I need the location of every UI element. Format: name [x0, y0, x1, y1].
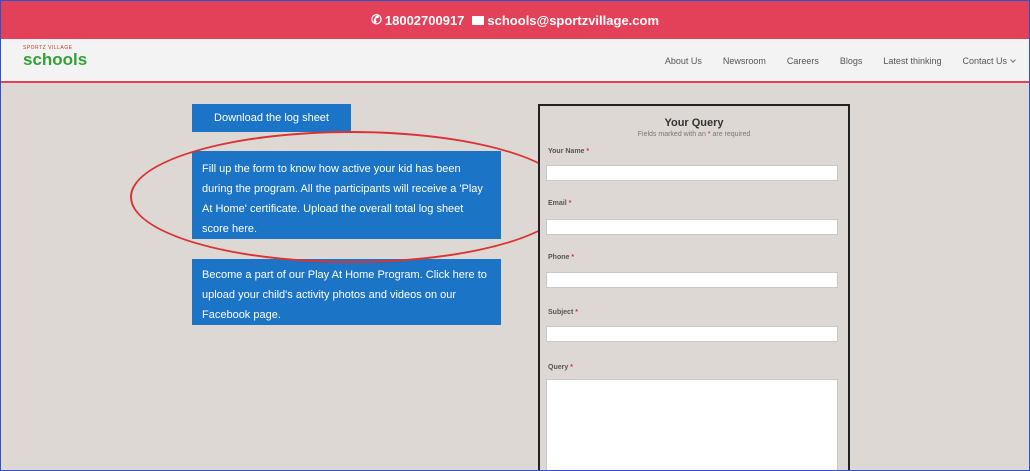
form-subtitle-star: *: [707, 131, 711, 138]
email-label-text: Email: [548, 200, 567, 207]
phone-input[interactable]: [546, 272, 838, 288]
phone-label: Phone *: [548, 254, 574, 261]
chevron-down-icon: [1010, 57, 1016, 63]
name-required-mark: *: [586, 148, 590, 155]
page-frame: ✆ 18002700917 schools@sportzvillage.com …: [0, 0, 1030, 471]
nav-careers[interactable]: Careers: [787, 56, 819, 66]
query-required-mark: *: [570, 364, 573, 371]
log-sheet-upload-card[interactable]: Fill up the form to know how active your…: [192, 151, 501, 239]
subject-input[interactable]: [546, 326, 838, 342]
query-label-text: Query: [548, 364, 569, 371]
logo-brand: schools: [23, 50, 88, 69]
subject-required-mark: *: [575, 309, 578, 316]
email-required-mark: *: [568, 200, 572, 207]
subject-label: Subject *: [548, 309, 578, 316]
envelope-icon: [472, 15, 485, 25]
name-label-text: Your Name: [548, 148, 585, 155]
form-subtitle: Fields marked with an * are required: [546, 131, 842, 138]
email-address: schools@sportzvillage.com: [487, 12, 660, 28]
nav-menu: About Us Newsroom Careers Blogs Latest t…: [644, 39, 1016, 83]
phone-label-text: Phone: [548, 254, 570, 261]
nav-contact-us[interactable]: Contact Us: [962, 56, 1016, 66]
nav-newsroom[interactable]: Newsroom: [723, 56, 766, 66]
email-label: Email *: [548, 200, 571, 207]
nav-contact-us-label: Contact Us: [962, 56, 1007, 66]
site-logo[interactable]: SPORTZ VILLAGE schools: [23, 45, 103, 77]
email-input[interactable]: [546, 219, 838, 235]
download-log-sheet-button[interactable]: Download the log sheet: [192, 104, 351, 132]
main-navbar: SPORTZ VILLAGE schools About Us Newsroom…: [1, 39, 1029, 83]
nav-blogs[interactable]: Blogs: [840, 56, 863, 66]
contact-topbar: ✆ 18002700917 schools@sportzvillage.com: [1, 1, 1029, 39]
phone-number: 18002700917: [384, 12, 465, 28]
form-subtitle-post: are required: [712, 131, 751, 138]
form-title: Your Query: [664, 117, 724, 129]
phone-required-mark: *: [571, 254, 575, 261]
facebook-upload-card[interactable]: Become a part of our Play At Home Progra…: [192, 259, 501, 325]
email-contact[interactable]: schools@sportzvillage.com: [472, 13, 659, 28]
form-subtitle-pre: Fields marked with an: [637, 131, 706, 138]
name-input[interactable]: [546, 165, 838, 181]
name-label: Your Name *: [548, 148, 589, 155]
phone-icon: ✆: [370, 12, 382, 27]
query-textarea[interactable]: [546, 379, 838, 470]
nav-about-us[interactable]: About Us: [665, 56, 702, 66]
query-form: Your Query Fields marked with an * are r…: [538, 104, 850, 470]
query-label: Query *: [548, 364, 573, 371]
phone-contact[interactable]: ✆ 18002700917: [371, 12, 464, 28]
nav-latest-thinking[interactable]: Latest thinking: [883, 56, 941, 66]
subject-label-text: Subject: [548, 309, 574, 316]
